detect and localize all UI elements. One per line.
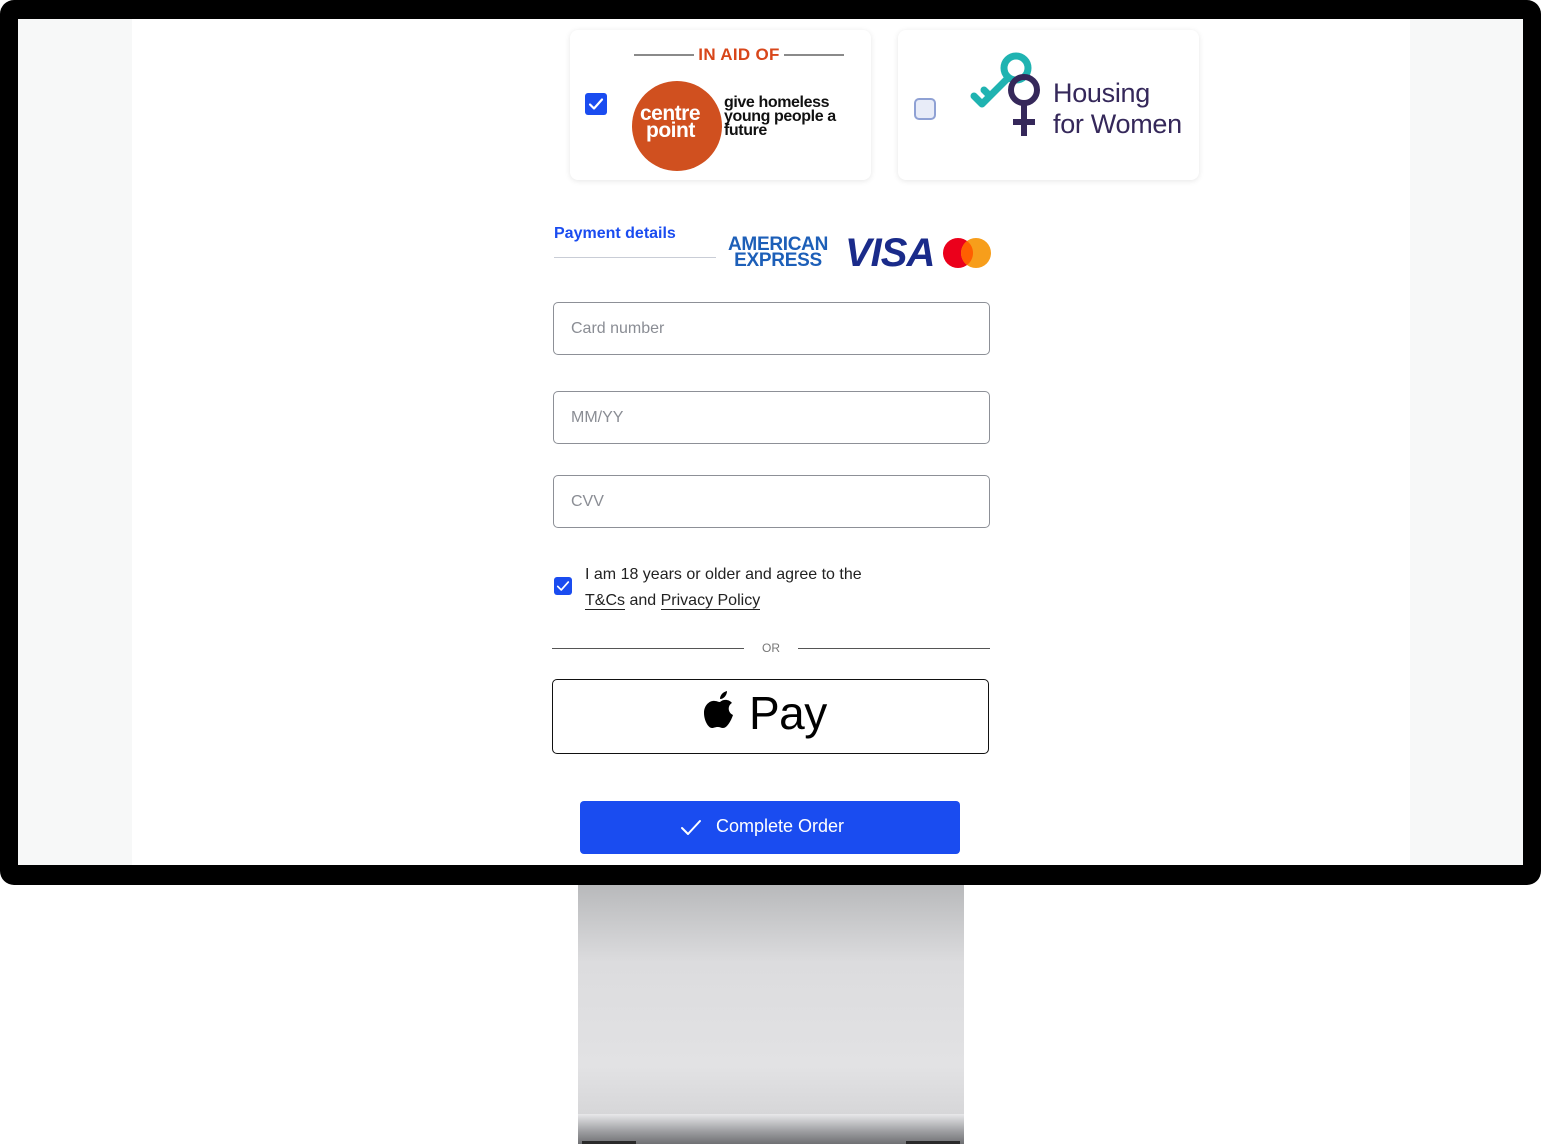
monitor-stand [578,885,964,1144]
agree-text: I am 18 years or older and agree to the … [585,562,945,614]
complete-order-button[interactable]: Complete Order [580,801,960,854]
housing-for-women-name: Housing for Women [1053,78,1182,140]
centrepoint-logo-line2: point [646,119,695,142]
or-divider: OR [552,639,990,657]
agree-and-text: and [629,592,657,609]
agree-checkbox[interactable] [554,577,572,595]
monitor-stand-foot [578,1114,964,1144]
charity-checkbox-housing-for-women[interactable] [914,98,936,120]
tab-payment-details-label: Payment details [554,225,676,242]
card-number-input[interactable] [553,302,990,355]
housing-for-women-line1: Housing [1053,78,1150,108]
privacy-policy-link[interactable]: Privacy Policy [660,592,761,610]
housing-for-women-key-icon [970,52,1040,136]
agree-text-main: I am 18 years or older and agree to the [585,566,862,583]
tcs-link[interactable]: T&Cs [585,592,625,610]
checkmark-icon [556,581,570,591]
centrepoint-tagline: give homeless young people a future [724,94,836,139]
expiry-input[interactable] [553,391,990,444]
amex-logo: AMERICAN EXPRESS [728,235,828,271]
charity-card-centrepoint[interactable]: IN AID OF centre point give homeless you… [570,30,871,180]
checkout-page: IN AID OF centre point give homeless you… [132,19,1410,865]
tab-payment-details[interactable]: Payment details [554,225,716,258]
in-aid-of-text: IN AID OF [698,45,780,64]
screen: IN AID OF centre point give homeless you… [18,19,1523,865]
visa-logo: VISA [845,231,935,275]
apple-pay-label: Pay [749,687,827,739]
checkmark-icon [681,820,701,835]
mastercard-logo-icon [943,238,991,268]
in-aid-of-banner: IN AID OF [634,45,844,64]
housing-for-women-line2: for Women [1053,109,1182,139]
apple-logo-icon [704,691,733,728]
checkmark-icon [588,98,604,110]
apple-pay-button[interactable]: Pay [552,679,989,754]
charity-card-housing-for-women[interactable]: Housing for Women [898,30,1199,180]
amex-logo-line2: EXPRESS [734,250,822,271]
complete-order-label: Complete Order [716,816,845,836]
cvv-input[interactable] [553,475,990,528]
charity-checkbox-centrepoint[interactable] [585,93,607,115]
or-divider-label: OR [762,641,780,655]
monitor-frame: IN AID OF centre point give homeless you… [0,0,1541,885]
centrepoint-logo: centre point [632,81,722,171]
